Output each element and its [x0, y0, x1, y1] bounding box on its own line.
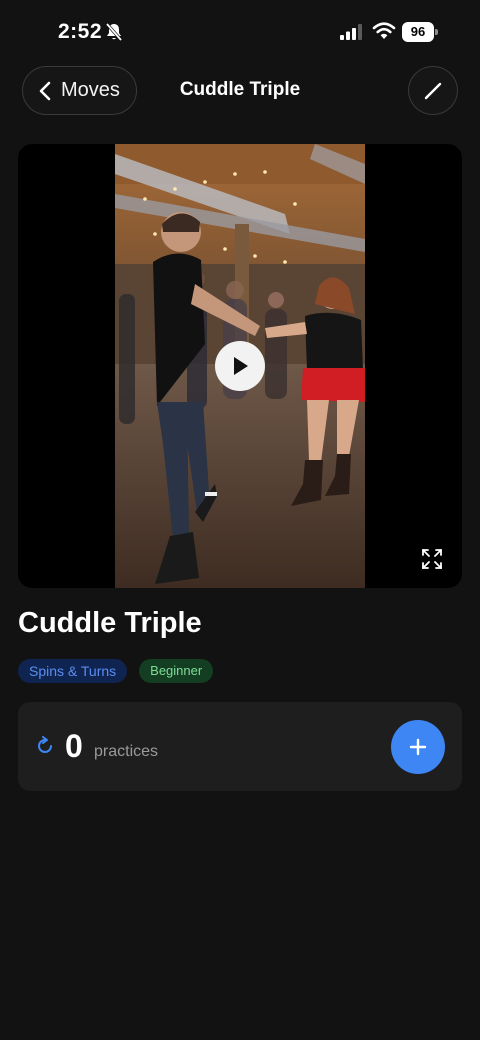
expand-arrows-icon[interactable] — [420, 547, 444, 571]
move-title: Cuddle Triple — [18, 607, 202, 639]
battery-cap — [435, 29, 438, 35]
practice-label: practices — [94, 743, 159, 760]
plus-icon — [409, 738, 427, 756]
tag-row: Spins & Turns Beginner — [18, 659, 214, 683]
add-practice-button[interactable] — [391, 720, 445, 774]
practice-card: 0 practices — [18, 702, 462, 791]
pencil-icon — [424, 82, 442, 99]
video-player[interactable] — [18, 144, 462, 588]
battery-icon: 96 — [402, 22, 438, 42]
status-bar: 2:52 96 — [0, 0, 480, 64]
level-tag: Beginner — [139, 659, 214, 683]
play-icon — [234, 357, 248, 375]
play-button[interactable] — [215, 341, 265, 391]
status-time: 2:52 — [58, 20, 103, 43]
cellular-signal-icon — [340, 24, 362, 40]
battery-level: 96 — [402, 22, 434, 42]
refresh-icon — [38, 736, 52, 753]
practice-count: 0 — [65, 728, 83, 764]
wifi-icon — [372, 22, 396, 39]
bell-slash-icon — [105, 22, 123, 42]
category-tag: Spins & Turns — [18, 659, 128, 683]
edit-button[interactable] — [408, 66, 458, 115]
